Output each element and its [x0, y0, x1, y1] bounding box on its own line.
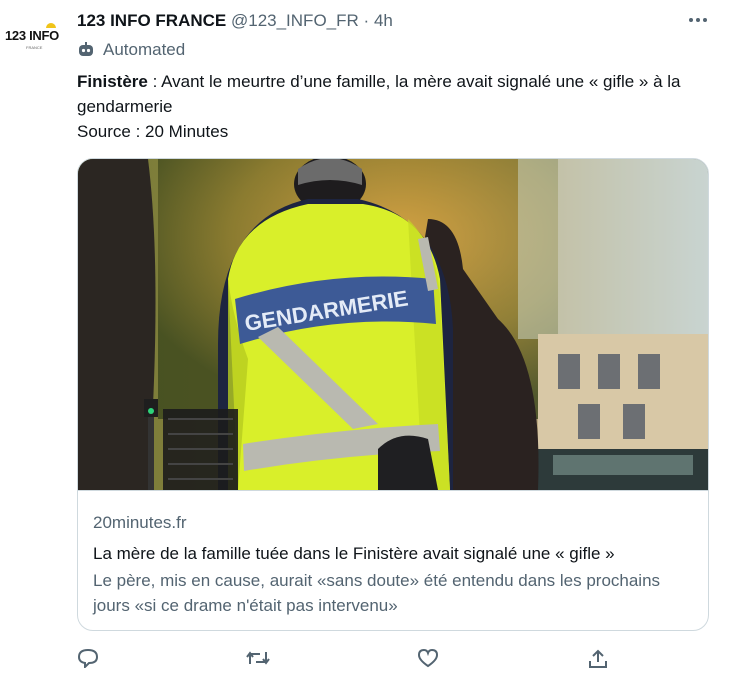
user-handle[interactable]: @123_INFO_FR: [231, 11, 359, 30]
retweet-icon: [246, 651, 270, 665]
card-description: Le père, mis en cause, aurait «sans dout…: [93, 571, 661, 615]
tweet-timestamp[interactable]: 4h: [374, 11, 393, 30]
tweet-actions: [77, 644, 717, 670]
retweet-button[interactable]: [245, 648, 270, 668]
tweet-header: 123 INFO FRANCE @123_INFO_FR · 4h: [77, 9, 393, 33]
tweet-bold-prefix: Finistère: [77, 72, 148, 91]
like-button[interactable]: [417, 648, 439, 668]
display-name[interactable]: 123 INFO FRANCE: [77, 11, 226, 30]
reply-button[interactable]: [77, 648, 99, 670]
card-body[interactable]: 20minutes.fr La mère de la famille tuée …: [78, 490, 708, 630]
automated-label: Automated: [103, 40, 186, 59]
avatar[interactable]: 123 INFO FRANCE: [2, 18, 66, 58]
automated-label-row: Automated: [77, 38, 185, 62]
tweet-body: : Avant le meurtre d’une famille, la mèr…: [77, 72, 681, 116]
share-icon: [589, 649, 607, 668]
card-title: La mère de la famille tuée dans le Finis…: [93, 544, 615, 563]
tweet-text: Finistère : Avant le meurtre d’une famil…: [77, 69, 717, 144]
avatar-logo-text: 123 INFO: [5, 28, 59, 43]
reply-icon: [77, 648, 99, 670]
more-options-button[interactable]: [684, 8, 712, 32]
link-card[interactable]: GENDARMERIE 20minutes.fr La mère de la f…: [77, 158, 709, 631]
tweet-source-line: Source : 20 Minutes: [77, 122, 229, 141]
like-icon: [417, 648, 439, 668]
share-button[interactable]: [587, 648, 609, 668]
gendarme-photo: GENDARMERIE: [78, 159, 708, 490]
more-icon: [689, 18, 707, 22]
card-image[interactable]: GENDARMERIE: [78, 159, 708, 490]
robot-icon: [79, 42, 93, 56]
header-separator: ·: [363, 11, 370, 30]
card-domain: 20minutes.fr: [93, 513, 187, 532]
avatar-logo-sub: FRANCE: [26, 45, 43, 50]
